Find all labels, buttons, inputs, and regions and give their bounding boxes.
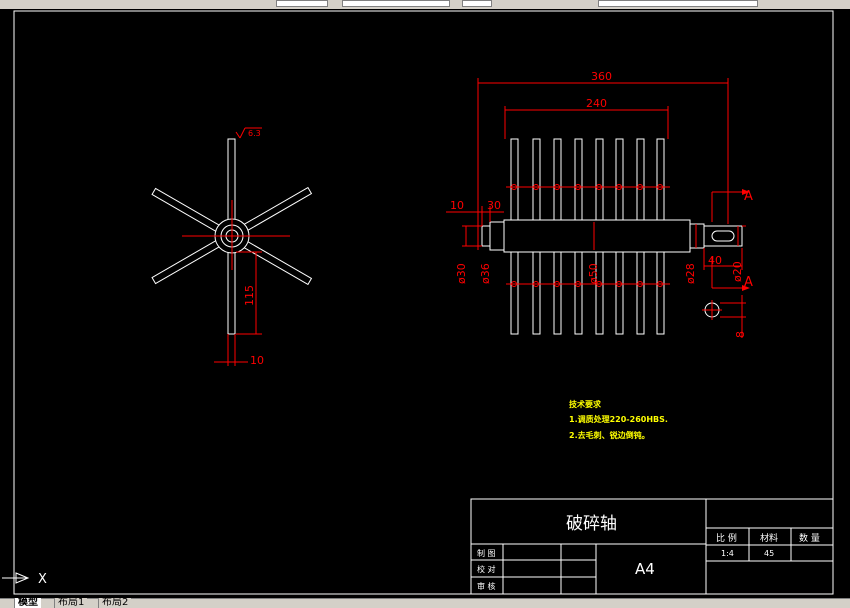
plotstyle-dropdown[interactable] — [598, 0, 758, 7]
notes-heading: 技术要求 — [569, 399, 602, 409]
notes-line-1: 1.调质处理220-260HBS. — [569, 414, 668, 424]
blade-top — [595, 138, 604, 221]
tab-layout1[interactable]: 布局1 — [54, 598, 88, 608]
surface-finish-mark — [235, 131, 241, 139]
row-drawn: 制 图 — [477, 548, 496, 558]
blade-top — [574, 138, 583, 221]
title-block-frame — [470, 498, 834, 595]
shaft-left-shoulder — [489, 221, 505, 251]
ucs-x-label: X — [38, 572, 47, 587]
blade-bottom — [656, 251, 665, 335]
dim-text-360: 360 — [591, 70, 612, 83]
blade-top — [510, 138, 519, 221]
title-block — [470, 498, 834, 595]
layout-tab-bar: 模型 布局1 布局2 — [0, 598, 850, 608]
toolbar-strip — [0, 0, 850, 9]
blade-bottom — [510, 251, 519, 335]
dim-text-30: 30 — [487, 199, 501, 212]
drawing-canvas[interactable]: 6.3 115 10 360 240 10 30 ø30 ø36 ø50 ø28… — [0, 9, 850, 598]
dim-text-240: 240 — [586, 97, 607, 110]
dim-text-d36: ø36 — [479, 263, 492, 284]
section-label-bottom: A — [744, 275, 753, 290]
dim-text-10-front: 10 — [450, 199, 464, 212]
dim-text-d30: ø30 — [455, 263, 468, 284]
shaft-hub — [503, 219, 691, 253]
row-checked: 校 对 — [477, 564, 496, 574]
sheet-size: A4 — [635, 560, 655, 578]
scale-header: 比 例 — [716, 532, 737, 544]
shaft-right-end — [703, 225, 743, 247]
blade-top — [636, 138, 645, 221]
dim-text-d28: ø28 — [684, 263, 697, 284]
dim-text-40: 40 — [708, 254, 722, 267]
blade-bottom — [553, 251, 562, 335]
dim-text-115: 115 — [243, 285, 256, 306]
blade-top — [532, 138, 541, 221]
tab-scroll-left-icon[interactable] — [0, 598, 8, 608]
blade-top — [553, 138, 562, 221]
drawing-svg: 6.3 115 10 360 240 10 30 ø30 ø36 ø50 ø28… — [2, 10, 834, 595]
keyway — [711, 230, 735, 242]
surface-finish-value: 6.3 — [248, 129, 261, 138]
part-name: 破碎轴 — [566, 514, 617, 534]
notes-line-2: 2.去毛刺、锐边倒钝。 — [569, 430, 650, 440]
material-value: 45 — [764, 549, 774, 558]
drawing-border — [13, 10, 834, 595]
shaft-right-step — [689, 223, 705, 249]
material-header: 材料 — [760, 532, 778, 544]
row-approved: 审 核 — [477, 581, 496, 591]
blade-top — [615, 138, 624, 221]
surface-finish-mark-2 — [239, 127, 246, 139]
linetype-dropdown[interactable] — [342, 0, 450, 7]
dim-text-d50: ø50 — [587, 263, 600, 284]
section-label-top: A — [744, 189, 753, 204]
blade-bottom — [532, 251, 541, 335]
dim-text-10-side: 10 — [250, 354, 264, 367]
blade-bottom — [615, 251, 624, 335]
blade-top — [656, 138, 665, 221]
quantity-header: 数 量 — [799, 532, 820, 544]
tab-layout2[interactable]: 布局2 — [98, 598, 132, 608]
ucs-icon — [2, 572, 30, 584]
front-view — [481, 138, 743, 335]
layer-dropdown[interactable] — [276, 0, 328, 7]
tab-model[interactable]: 模型 — [14, 598, 41, 608]
shaft-left-journal — [481, 225, 491, 247]
scale-value: 1:4 — [721, 549, 734, 558]
blade-bottom — [574, 251, 583, 335]
dim-text-8: 8 — [734, 331, 747, 338]
lineweight-dropdown[interactable] — [462, 0, 492, 7]
blade-bottom — [636, 251, 645, 335]
dim-text-d20: ø20 — [731, 261, 744, 282]
